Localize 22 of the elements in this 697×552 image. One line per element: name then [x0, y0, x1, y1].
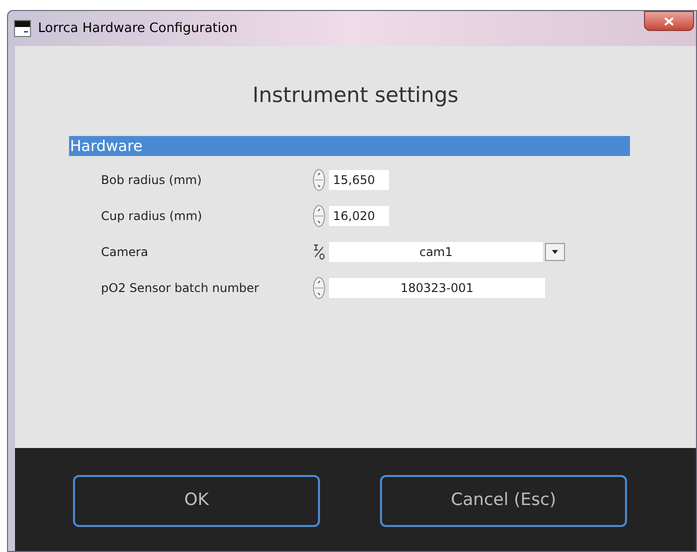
cancel-button[interactable]: Cancel (Esc) [380, 474, 627, 526]
close-button[interactable] [644, 11, 694, 31]
ok-button[interactable]: OK [73, 474, 320, 526]
field-label: pO2 Sensor batch number [101, 280, 260, 297]
section-header: Hardware [69, 136, 630, 156]
app-icon [14, 20, 31, 37]
caret-icon [552, 250, 558, 254]
dialog-heading: Instrument settings [252, 82, 460, 109]
window-title: Lorrca Hardware Configuration [38, 20, 238, 38]
spinner-icon [313, 205, 325, 227]
dropdown-button[interactable] [545, 243, 565, 261]
spinner-icon [313, 169, 325, 191]
numeric-field[interactable]: 16,020 [329, 206, 389, 226]
spinner-icon [313, 277, 325, 299]
enum-icon [313, 244, 325, 260]
text-field[interactable]: 180323-001 [329, 278, 545, 298]
enum-field[interactable]: cam1 [329, 242, 543, 262]
close-icon [664, 16, 674, 26]
field-label: Cup radius (mm) [101, 208, 204, 225]
field-label: Bob radius (mm) [101, 172, 203, 189]
numeric-field[interactable]: 15,650 [329, 170, 389, 190]
field-label: Camera [101, 244, 150, 261]
